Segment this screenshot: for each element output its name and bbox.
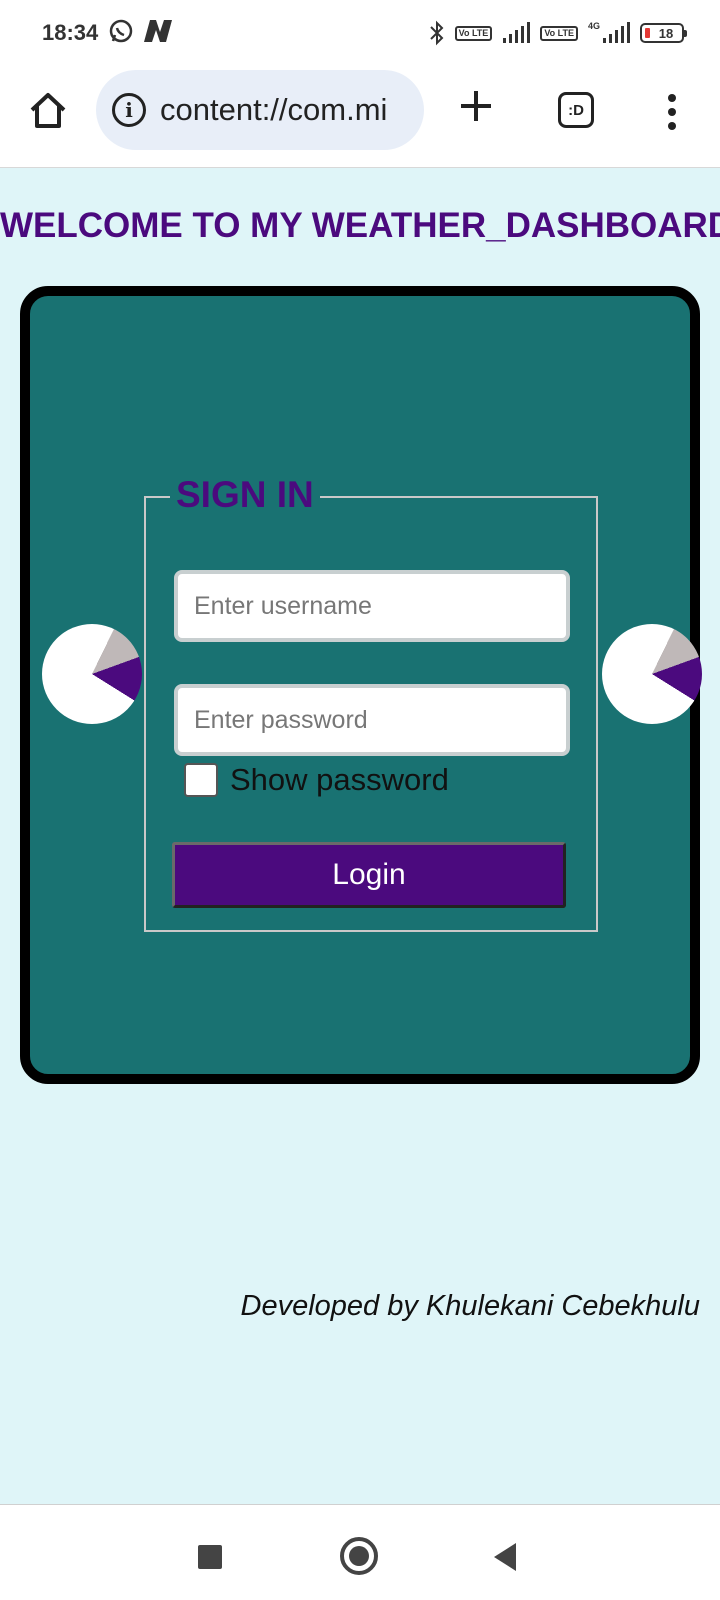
url-text[interactable]: content://com.mi: [160, 92, 387, 128]
recents-icon[interactable]: [198, 1545, 222, 1569]
notification-n-icon: [144, 20, 172, 42]
username-input[interactable]: Enter username: [174, 570, 570, 642]
home-nav-icon[interactable]: [340, 1537, 378, 1575]
page-title: WELCOME TO MY WEATHER_DASHBOARD: [0, 206, 720, 245]
status-right-icons: Vo LTE Vo LTE 4G 18: [429, 20, 687, 46]
login-button[interactable]: Login: [172, 842, 566, 908]
login-card: SIGN IN Enter username Enter password Sh…: [20, 286, 702, 1084]
battery-level: 18: [658, 25, 674, 41]
volte-badge-1: Vo LTE: [454, 25, 493, 41]
show-password-label[interactable]: Show password: [230, 762, 449, 798]
new-tab-plus-icon[interactable]: [458, 88, 494, 128]
plus-icon: [461, 91, 491, 121]
system-nav-bar: [0, 1504, 720, 1600]
volte-badge-2: Vo LTE: [540, 25, 578, 41]
network-type-label: 4G: [587, 21, 600, 31]
browser-toolbar: i content://com.mi :D: [0, 68, 720, 168]
sign-in-fieldset: SIGN IN Enter username Enter password Sh…: [144, 474, 598, 932]
tab-switcher-button[interactable]: :D: [558, 92, 594, 128]
show-password-row[interactable]: Show password: [184, 762, 449, 798]
home-icon[interactable]: [28, 90, 68, 130]
address-bar[interactable]: i content://com.mi: [96, 70, 424, 150]
status-left-icons: [108, 18, 174, 44]
back-icon[interactable]: [494, 1543, 516, 1571]
weather-graphic-right: [602, 624, 702, 724]
status-time: 18:34: [42, 20, 99, 45]
sign-in-legend: SIGN IN: [170, 474, 320, 516]
signal-icon-1: [503, 22, 531, 43]
signal-icon-2: [603, 22, 630, 43]
info-icon[interactable]: i: [112, 93, 146, 127]
status-bar: 18:34 Vo LTE Vo LTE 4G 18: [0, 0, 720, 68]
show-password-checkbox[interactable]: [184, 763, 218, 797]
developer-credit: Developed by Khulekani Cebekhulu: [240, 1290, 700, 1322]
bluetooth-icon: [429, 20, 444, 46]
whatsapp-icon: [109, 19, 133, 43]
battery-icon: 18: [640, 23, 687, 43]
password-input[interactable]: Enter password: [174, 684, 570, 756]
more-menu-icon[interactable]: [664, 94, 680, 130]
weather-graphic-left: [42, 624, 142, 724]
